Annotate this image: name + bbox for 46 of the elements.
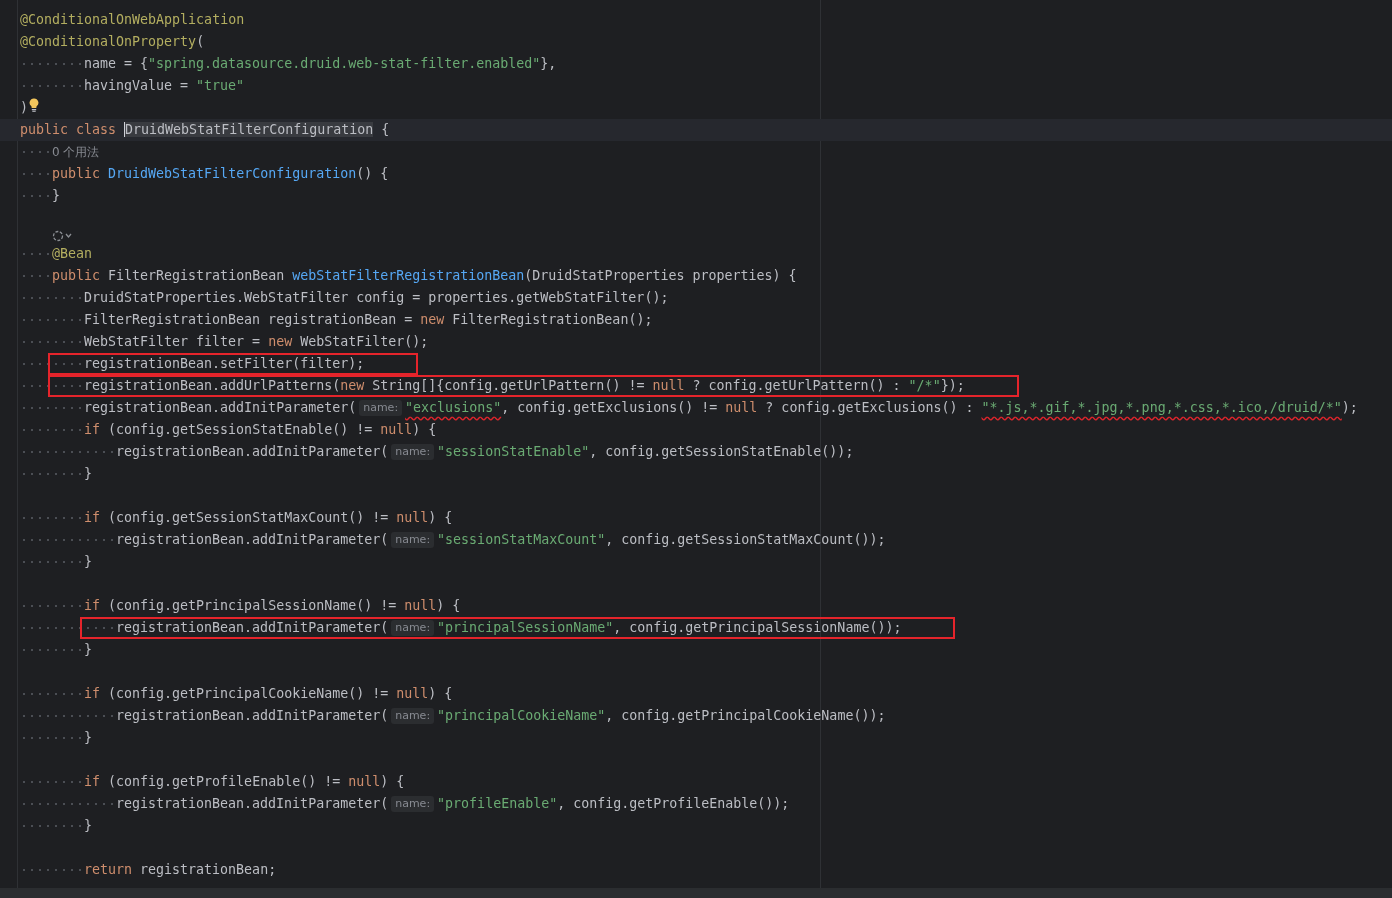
code-text: "sessionStatMaxCount", config.getSessionStatMaxCount());: [437, 531, 886, 549]
code-text: "profileEnable", config.getProfileEnable());: [437, 795, 790, 813]
code-text: havingValue = "true": [84, 77, 245, 95]
code-text: if (config.getProfileEnable() != null) {: [84, 773, 405, 791]
code-text: }: [84, 729, 92, 747]
code-text: WebStatFilter filter = new WebStatFilter();: [84, 333, 429, 351]
code-text: public class DruidWebStatFilterConfiguration {: [20, 121, 390, 139]
code-text: @Bean: [52, 245, 93, 263]
code-text: }: [84, 641, 92, 659]
code-text: "principalSessionName", config.getPrincipalSessionName());: [437, 619, 902, 637]
code-text: @ConditionalOnProperty(: [20, 33, 205, 51]
inlay-hint: name:: [391, 444, 435, 460]
code-text: }: [84, 817, 92, 835]
code-text: "principalCookieName", config.getPrincipalCookieName());: [437, 707, 886, 725]
code-text: registrationBean.setFilter(filter);: [84, 355, 365, 373]
code-text: if (config.getSessionStatEnable() != null) {: [84, 421, 437, 439]
code-text: }: [84, 553, 92, 571]
code-text: "exclusions", config.getExclusions() != null ? config.getExclusions() : "*.js,*.gif,*.jpg,*.png,*.css,*.ico,/druid/*");: [405, 399, 1358, 417]
code-text: return registrationBean;: [84, 861, 277, 879]
code-text: if (config.getPrincipalSessionName() != null) {: [84, 597, 461, 615]
inlay-hint: name:: [359, 400, 403, 416]
code-text: registrationBean.addUrlPatterns(new String[]{config.getUrlPattern() != null ? config.getUrlPattern() : "/*"});: [84, 377, 965, 395]
lightbulb-icon[interactable]: [29, 98, 39, 112]
code-text: registrationBean.addInitParameter(: [116, 795, 389, 813]
code-text: registrationBean.addInitParameter(: [116, 531, 389, 549]
code-text: }: [52, 187, 60, 205]
code-text: if (config.getSessionStatMaxCount() != null) {: [84, 509, 453, 527]
inlay-hint: name:: [391, 708, 435, 724]
code-text: }: [84, 465, 92, 483]
code-text: FilterRegistrationBean registrationBean = new FilterRegistrationBean();: [84, 311, 653, 329]
inlay-hint: name:: [391, 796, 435, 812]
code-text: name = {"spring.datasource.druid.web-stat-filter.enabled"},: [84, 55, 557, 73]
code-text: "sessionStatEnable", config.getSessionStatEnable());: [437, 443, 854, 461]
code-text: ): [20, 99, 28, 117]
code-text: if (config.getPrincipalCookieName() != null) {: [84, 685, 453, 703]
code-text: @ConditionalOnWebApplication: [20, 11, 245, 29]
code-text: registrationBean.addInitParameter(: [116, 443, 389, 461]
code-text: registrationBean.addInitParameter(: [84, 399, 357, 417]
inlay-hint: name:: [391, 620, 435, 636]
code-text: registrationBean.addInitParameter(: [116, 707, 389, 725]
code-text: public DruidWebStatFilterConfiguration() {: [52, 165, 389, 183]
code-text: DruidStatProperties.WebStatFilter config = properties.getWebStatFilter();: [84, 289, 669, 307]
code-text: registrationBean.addInitParameter(: [116, 619, 389, 637]
inlay-hint: name:: [391, 532, 435, 548]
usage-hint[interactable]: 0 个用法: [52, 141, 100, 163]
code-text: public FilterRegistrationBean webStatFilterRegistrationBean(DruidStatProperties properties) {: [52, 267, 797, 285]
